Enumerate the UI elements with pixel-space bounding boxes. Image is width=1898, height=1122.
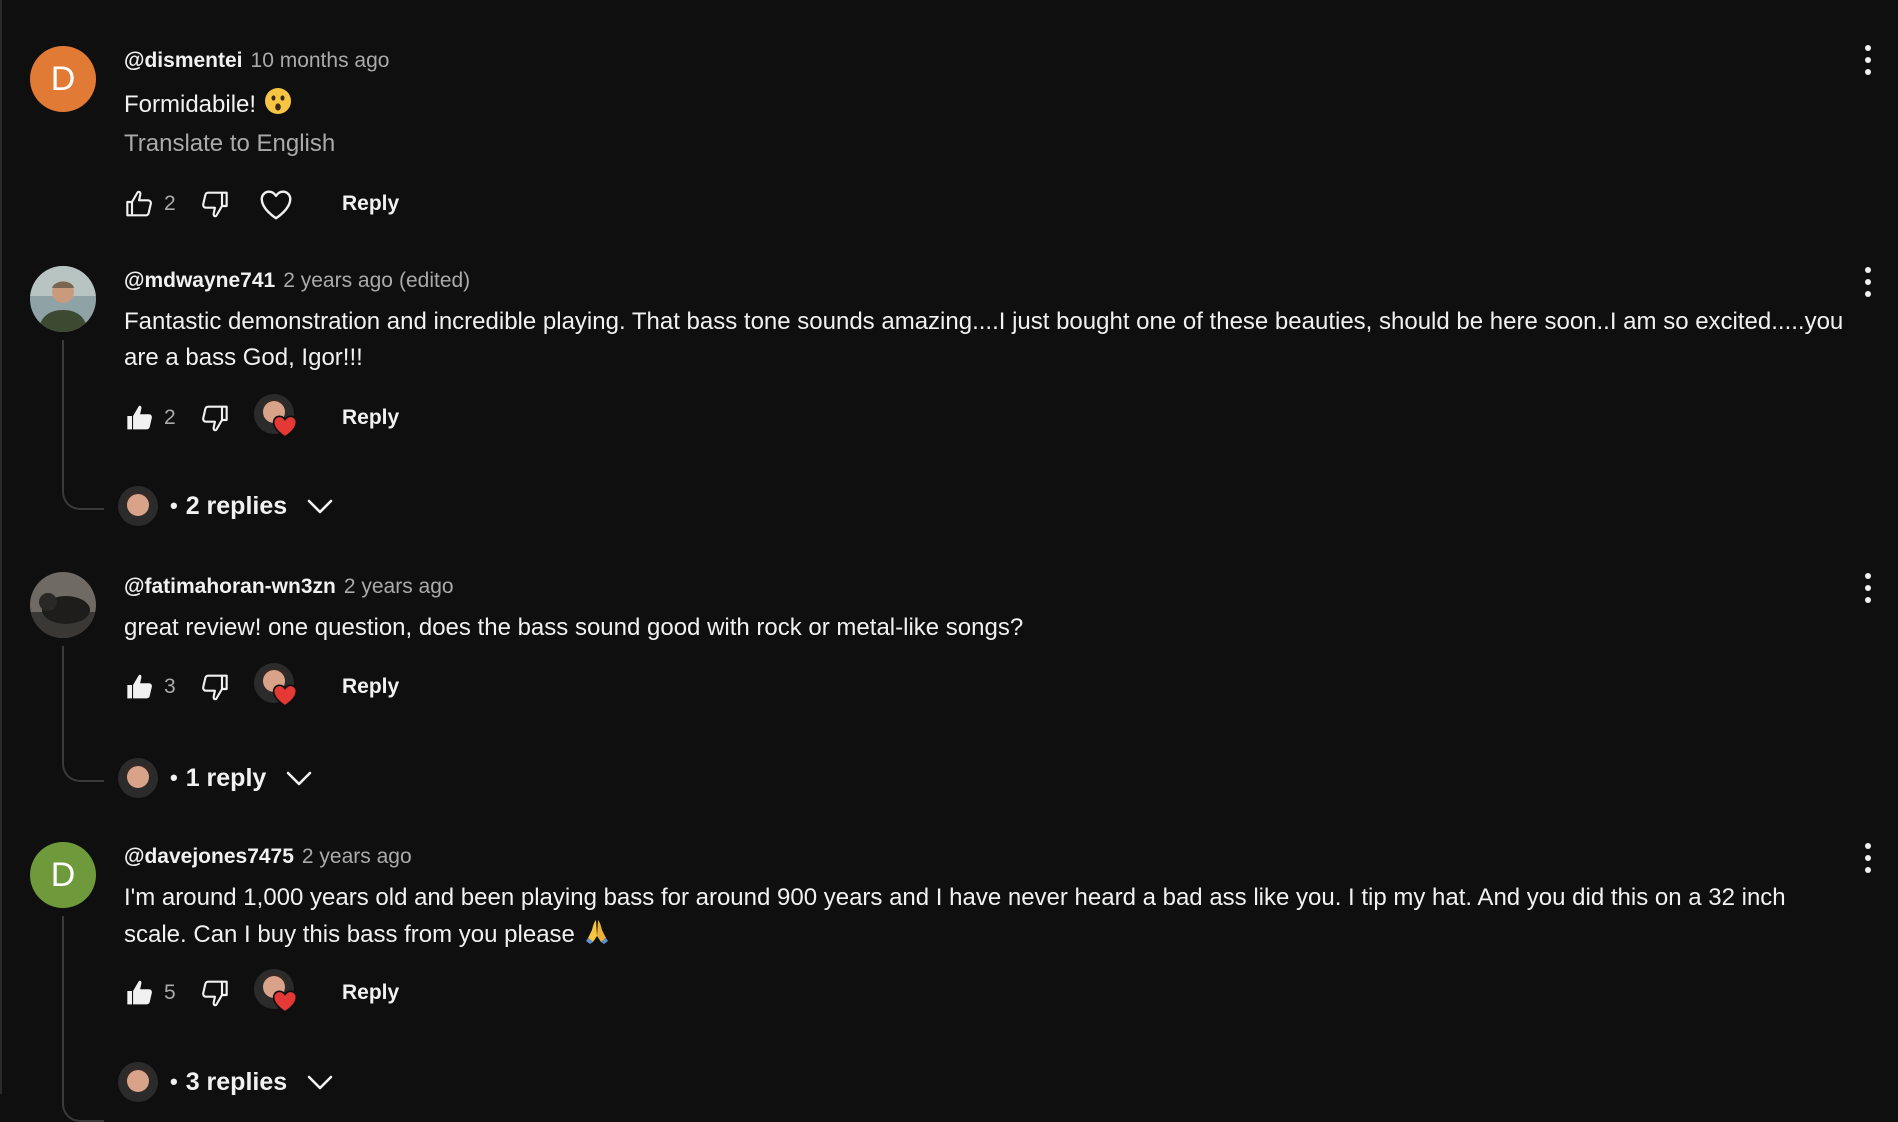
reply-button[interactable]: Reply: [338, 184, 403, 224]
red-heart-icon: [272, 684, 298, 707]
comment-actions: 3 Reply: [120, 661, 403, 713]
comment-time[interactable]: 10 months ago: [251, 49, 390, 73]
replies-toggle[interactable]: • 1 reply: [118, 756, 314, 800]
comment-actions: 2 Reply: [120, 181, 403, 227]
avatar-letter: D: [50, 59, 76, 98]
comment-text: Formidabile!: [124, 86, 1852, 127]
comment-header: @dismentei 10 months ago: [124, 46, 389, 76]
avatar[interactable]: [30, 266, 96, 332]
folded-hands-icon: [582, 916, 612, 957]
comment-actions: 5 Reply: [120, 967, 403, 1019]
chevron-down-icon: [307, 1075, 333, 1090]
comment-text: great review! one question, does the bas…: [124, 614, 1024, 641]
comment-header: @mdwayne741 2 years ago (edited): [124, 266, 470, 296]
red-heart-icon: [272, 990, 298, 1013]
comment-text: I'm around 1,000 years old and been play…: [124, 880, 1852, 957]
comment-time[interactable]: 2 years ago: [283, 269, 393, 293]
creator-heart-badge[interactable]: [250, 967, 302, 1019]
avatar-photo-icon: [30, 572, 96, 638]
like-count: 5: [164, 981, 176, 1004]
replies-count-label: 1 reply: [185, 763, 267, 792]
thread-connector: [62, 340, 104, 510]
more-options-button[interactable]: [1856, 40, 1880, 80]
comment-time[interactable]: 2 years ago: [344, 575, 454, 599]
reply-button[interactable]: Reply: [338, 398, 403, 438]
creator-heart-badge[interactable]: [250, 392, 302, 444]
thumbs-down-outline-icon: [202, 674, 228, 701]
creator-mini-avatar: [118, 1062, 158, 1102]
like-button[interactable]: [120, 184, 160, 224]
author-name[interactable]: @dismentei: [124, 49, 243, 73]
separator-dot: •: [170, 493, 178, 518]
comment-text: Fantastic demonstration and incredible p…: [124, 308, 1844, 371]
comments-section: D @dismentei 10 months ago Formidabile! …: [0, 0, 1898, 1122]
dislike-button[interactable]: [194, 973, 234, 1013]
avatar[interactable]: D: [30, 842, 96, 908]
like-button[interactable]: [120, 398, 160, 438]
replies-count-label: 2 replies: [185, 491, 288, 520]
avatar[interactable]: [30, 572, 96, 638]
translate-link[interactable]: Translate to English: [124, 130, 335, 158]
thread-connector: [62, 916, 104, 1122]
avatar-photo-icon: [30, 266, 96, 332]
thumbs-down-outline-icon: [202, 405, 228, 432]
edited-label: (edited): [398, 269, 471, 292]
replies-toggle[interactable]: • 3 replies: [118, 1060, 335, 1104]
like-count: 2: [164, 192, 176, 215]
author-name[interactable]: @fatimahoran-wn3zn: [124, 575, 336, 599]
dislike-button[interactable]: [194, 398, 234, 438]
more-options-button[interactable]: [1856, 838, 1880, 878]
more-vertical-icon: [1865, 45, 1871, 75]
reply-button[interactable]: Reply: [338, 973, 403, 1013]
separator-dot: •: [170, 1069, 178, 1094]
like-count: 3: [164, 675, 176, 698]
author-name[interactable]: @mdwayne741: [124, 269, 275, 293]
comment-header: @fatimahoran-wn3zn 2 years ago: [124, 572, 454, 602]
thumbs-down-outline-icon: [202, 191, 228, 218]
replies-count-label: 3 replies: [185, 1067, 288, 1096]
avatar-letter: D: [50, 855, 76, 894]
more-vertical-icon: [1865, 267, 1871, 297]
author-name[interactable]: @davejones7475: [124, 845, 294, 869]
red-heart-icon: [272, 415, 298, 438]
dislike-button[interactable]: [194, 184, 234, 224]
comment-header: @davejones7475 2 years ago: [124, 842, 412, 872]
thumbs-up-filled-icon: [127, 674, 152, 699]
creator-heart-badge[interactable]: [250, 661, 302, 713]
heart-outline-icon: [260, 190, 292, 220]
chevron-down-icon: [287, 771, 312, 786]
creator-avatar-icon: [118, 758, 158, 798]
comment-body: I'm around 1,000 years old and been play…: [124, 884, 1786, 948]
separator-dot: •: [170, 765, 178, 790]
like-button[interactable]: [120, 667, 160, 707]
like-button[interactable]: [120, 973, 160, 1013]
chevron-down-icon: [307, 499, 333, 514]
creator-avatar-icon: [118, 1062, 158, 1102]
thread-connector: [62, 646, 104, 782]
avatar[interactable]: D: [30, 46, 96, 112]
thumbs-up-filled-icon: [127, 405, 152, 430]
creator-avatar-icon: [118, 486, 158, 526]
thumbs-up-filled-icon: [127, 980, 152, 1005]
astonished-face-icon: [263, 86, 293, 127]
more-vertical-icon: [1865, 843, 1871, 873]
like-count: 2: [164, 406, 176, 429]
more-options-button[interactable]: [1856, 568, 1880, 608]
comment-time[interactable]: 2 years ago: [302, 845, 412, 869]
creator-mini-avatar: [118, 758, 158, 798]
dislike-button[interactable]: [194, 667, 234, 707]
comment-body: Formidabile!: [124, 91, 257, 118]
heart-button[interactable]: [250, 181, 302, 227]
replies-toggle[interactable]: • 2 replies: [118, 484, 335, 528]
comment-actions: 2 Reply: [120, 392, 403, 444]
reply-button[interactable]: Reply: [338, 667, 403, 707]
thumbs-up-outline-icon: [126, 190, 152, 217]
more-options-button[interactable]: [1856, 262, 1880, 302]
creator-mini-avatar: [118, 486, 158, 526]
thumbs-down-outline-icon: [202, 980, 228, 1007]
more-vertical-icon: [1865, 573, 1871, 603]
